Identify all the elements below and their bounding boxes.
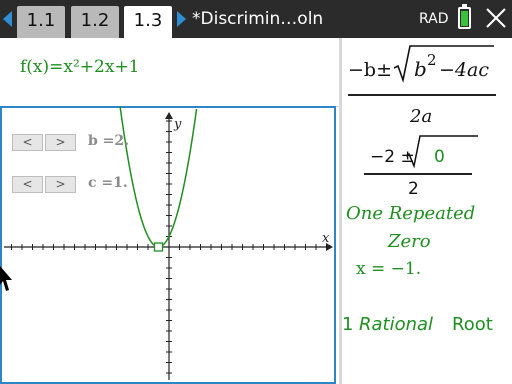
root-word: Root — [452, 314, 493, 335]
slider-c-value: c =1. — [88, 175, 128, 191]
formula-exponent: 2 — [427, 51, 437, 69]
slider-b-decrease-button[interactable]: < — [12, 134, 43, 151]
slider-c[interactable]: < > c =1. — [12, 175, 142, 193]
formula-radicand-rest: −4ac — [439, 59, 489, 81]
slider-c-decrease-button[interactable]: < — [12, 176, 43, 193]
result-solution[interactable]: x = −1. — [356, 259, 421, 279]
slider-b-value: b =2. — [88, 133, 130, 149]
function-definition[interactable]: f(x)=x²+2x+1 — [20, 57, 140, 77]
x-axis-label: x — [322, 231, 330, 246]
y-axis-arrow-icon — [165, 112, 173, 119]
slider-b-increase-button[interactable]: > — [45, 134, 76, 151]
mouse-cursor-icon — [0, 266, 12, 291]
substituted-denominator: 2 — [408, 179, 419, 199]
title-bar: 1.1 1.2 1.3 *Discrimin…oln RAD — [0, 0, 512, 40]
next-page-arrow-icon[interactable] — [177, 11, 186, 27]
slider-b[interactable]: < > b =2. — [12, 133, 142, 151]
function-entry-pane[interactable]: f(x)=x²+2x+1 — [0, 38, 340, 107]
formula-radicand-b: b — [414, 57, 427, 81]
result-line-1: One Repeated — [346, 203, 476, 224]
angle-mode-indicator: RAD — [419, 11, 449, 27]
battery-icon — [458, 4, 471, 29]
vertex-point[interactable] — [153, 242, 164, 252]
result-line-2: Zero — [388, 231, 431, 252]
substituted-radicand[interactable]: 0 — [434, 147, 445, 167]
tab-1-3[interactable]: 1.3 — [124, 6, 172, 40]
notes-pane[interactable]: −b± b 2 −4ac 2a −2 ± 0 2 One Repeated Ze… — [342, 38, 512, 384]
document-title: *Discrimin…oln — [192, 9, 324, 29]
battery-level-fill — [461, 10, 468, 26]
substituted-fraction-bar — [364, 173, 472, 175]
formula-denominator: 2a — [410, 106, 433, 127]
close-icon[interactable] — [484, 6, 508, 30]
tab-1-1[interactable]: 1.1 — [17, 6, 65, 38]
tab-1-2[interactable]: 1.2 — [71, 6, 119, 38]
slider-c-increase-button[interactable]: > — [45, 176, 76, 193]
formula-fraction-bar — [348, 94, 496, 96]
previous-page-arrow-icon[interactable] — [3, 11, 12, 27]
root-count: 1 — [342, 314, 354, 335]
y-axis-label: y — [173, 117, 182, 132]
formula-numerator-prefix: −b± — [348, 59, 393, 81]
root-kind: Rational — [359, 314, 434, 335]
